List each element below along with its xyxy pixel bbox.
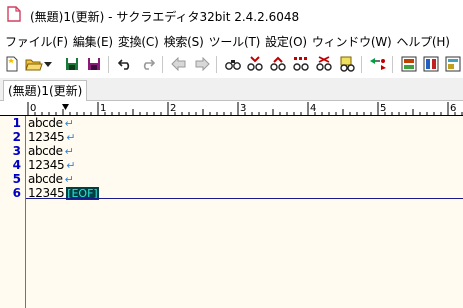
- line-ending-mark: ↵: [64, 145, 74, 158]
- new-file-icon[interactable]: [2, 54, 22, 74]
- line-ending-mark: ↵: [64, 117, 74, 130]
- text-line[interactable]: 2 12345 ↵: [0, 130, 463, 144]
- text-lines: 1 abcde ↵ 2 12345 ↵ 3 abcde ↵ 4 12345 ↵ 5 abcde ↵ 6 1234…: [0, 116, 463, 200]
- toolbar-separator: [162, 56, 163, 73]
- menu-bar: ファイル(F) 編集(E) 変換(C) 検索(S) ツール(T) 設定(O) ウ…: [0, 30, 463, 50]
- menu-file[interactable]: ファイル(F): [0, 30, 68, 50]
- redo-icon[interactable]: [138, 54, 158, 74]
- menu-edit[interactable]: 編集(E): [68, 30, 113, 50]
- line-number: 2: [12, 130, 21, 144]
- line-number: 4: [12, 158, 21, 172]
- line-text[interactable]: abcde ↵: [28, 172, 74, 187]
- find-prev-icon[interactable]: [268, 54, 288, 74]
- menu-convert[interactable]: 変換(C): [113, 30, 159, 50]
- document-icon[interactable]: [7, 6, 21, 22]
- menu-settings[interactable]: 設定(O): [260, 30, 307, 50]
- ruler-scale: 0123456: [27, 102, 463, 115]
- line-ending-mark: ↵: [66, 159, 76, 172]
- find-icon[interactable]: [223, 54, 243, 74]
- line-content: 12345: [28, 158, 65, 172]
- regex-find-icon[interactable]: [291, 54, 311, 74]
- line-number: 3: [12, 144, 21, 158]
- toolbar: [0, 51, 463, 78]
- menu-tools[interactable]: ツール(T): [204, 30, 261, 50]
- text-line[interactable]: 3 abcde ↵: [0, 144, 463, 158]
- toolbar-separator: [361, 56, 362, 73]
- line-content: abcde: [28, 116, 63, 130]
- line-text[interactable]: 12345 ↵: [28, 158, 75, 173]
- line-ending-mark: ↵: [64, 173, 74, 186]
- jump-forward-icon[interactable]: [192, 54, 212, 74]
- line-content: abcde: [28, 172, 63, 186]
- title-bar: (無題)1(更新) - サクラエディタ32bit 2.4.2.6048: [0, 0, 463, 30]
- toolbar-separator: [216, 56, 217, 73]
- compare-icon[interactable]: [368, 54, 388, 74]
- jump-back-icon[interactable]: [169, 54, 189, 74]
- menu-help[interactable]: ヘルプ(H): [392, 30, 450, 50]
- line-content: abcde: [28, 144, 63, 158]
- line-text[interactable]: 12345 ↵: [28, 130, 75, 145]
- outline-icon[interactable]: [399, 54, 419, 74]
- undo-icon[interactable]: [115, 54, 135, 74]
- text-line[interactable]: 4 12345 ↵: [0, 158, 463, 172]
- line-content: 12345: [28, 130, 65, 144]
- line-ending-mark: ↵: [66, 131, 76, 144]
- text-line[interactable]: 1 abcde ↵: [0, 116, 463, 130]
- editor-area[interactable]: 0123456 1 abcde ↵ 2 12345 ↵ 3 abcde ↵ 4 12345 ↵ 5 abc…: [0, 101, 463, 308]
- tab-bar: (無題)1(更新): [0, 78, 463, 101]
- text-line[interactable]: 5 abcde ↵: [0, 172, 463, 186]
- save-all-icon[interactable]: [84, 54, 104, 74]
- window-title: (無題)1(更新) - サクラエディタ32bit 2.4.2.6048: [30, 10, 300, 24]
- line-number: 5: [12, 172, 21, 186]
- ruler: 0123456: [0, 101, 463, 116]
- grep-icon[interactable]: [337, 54, 357, 74]
- settings-common-icon[interactable]: [421, 54, 441, 74]
- settings-type-icon[interactable]: [443, 54, 463, 74]
- line-number: 1: [12, 116, 21, 130]
- toolbar-separator: [392, 56, 393, 73]
- menu-window[interactable]: ウィンドウ(W): [307, 30, 392, 50]
- line-number: 6: [12, 186, 21, 200]
- line-text[interactable]: abcde ↵: [28, 116, 74, 131]
- tab-untitled-1[interactable]: (無題)1(更新): [3, 80, 88, 101]
- line-text[interactable]: abcde ↵: [28, 144, 74, 159]
- open-folder-icon[interactable]: [24, 54, 44, 74]
- chevron-down-icon[interactable]: [42, 54, 54, 74]
- save-icon[interactable]: [62, 54, 82, 74]
- replace-icon[interactable]: [314, 54, 334, 74]
- cursor-line-underline: [26, 198, 463, 199]
- menu-search[interactable]: 検索(S): [159, 30, 204, 50]
- find-next-icon[interactable]: [245, 54, 265, 74]
- toolbar-separator: [108, 56, 109, 73]
